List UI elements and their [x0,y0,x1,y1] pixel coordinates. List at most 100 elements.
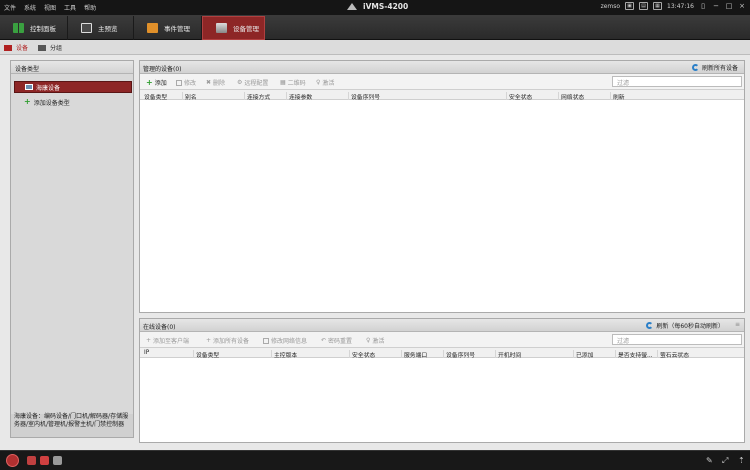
gear-icon: ⚙ [237,79,243,86]
activate-button[interactable]: ♀ 激活 [316,78,334,87]
col-refresh[interactable]: 刷新 [610,92,625,101]
tree-item-label: 添加设备类型 [33,99,70,107]
tab-control-panel[interactable]: 控制面板 [0,16,68,40]
menu-system[interactable]: 系统 [24,3,36,12]
reset-password-label: 密码重置 [328,338,353,345]
expand-icon[interactable]: ⤢ [722,456,729,465]
col-device-type[interactable]: 设备类型 [142,92,167,101]
col-serial-number[interactable]: 设备序列号 [348,92,380,101]
maximize-icon[interactable]: □ [725,2,733,10]
minimize-icon[interactable]: − [712,2,720,10]
add-all-devices-button[interactable]: + 添加所有设备 [206,336,249,345]
col-network-status[interactable]: 网络状态 [558,92,584,101]
plus-icon: + [146,77,153,87]
close-icon[interactable]: × [738,2,746,10]
main-nav: 控制面板 主预览 事件管理 设备管理 [0,15,750,40]
restore-icon[interactable]: ▯ [699,2,707,10]
col-boot-time[interactable]: 开机时间 [495,350,521,359]
col-connection-mode[interactable]: 连接方式 [244,92,270,101]
edit-label: 修改 [184,80,197,87]
refresh-icon [646,322,654,329]
cpu-icon: ▦ [653,2,663,10]
menu-tools[interactable]: 工具 [64,3,76,12]
plus-icon: + [206,337,212,344]
lock-icon[interactable]: ▣ [625,2,635,10]
pin-icon[interactable]: ✎ [706,456,713,465]
speaker-icon[interactable] [53,456,62,465]
subtab-device[interactable]: 设备 [4,43,28,52]
user-icon[interactable] [27,456,36,465]
modify-network-button[interactable]: 修改网络信息 [263,336,307,345]
subtab-label: 设备 [16,45,29,52]
tree-item-add-device-type[interactable]: + 添加设备类型 [14,96,132,108]
online-devices-header: 在线设备(0) 刷新（每60秒自动刷新） ≡ [140,319,744,332]
event-icon [147,23,158,33]
col-ip[interactable]: IP [142,350,149,358]
col-connection-params[interactable]: 连接参数 [286,92,312,101]
app-title-text: iVMS-4200 [363,2,409,11]
add-label: 添加 [154,80,167,87]
col-serial-number[interactable]: 设备序列号 [443,350,475,359]
tab-device-management[interactable]: 设备管理 [202,16,265,40]
col-firmware-version[interactable]: 主控版本 [271,350,297,359]
add-to-client-button[interactable]: + 添加至客户端 [146,336,189,345]
managed-devices-panel: 管理的设备(0) 刷新所有设备 + 添加 修改 ✖ 删除 ⚙ 远程配置 ▦ 二维… [139,60,745,313]
menu-view[interactable]: 视图 [44,3,56,12]
tab-event-management[interactable]: 事件管理 [134,16,202,40]
managed-devices-header: 管理的设备(0) 刷新所有设备 [140,61,744,74]
device-type-header: 设备类型 [11,61,133,74]
managed-toolbar: + 添加 修改 ✖ 删除 ⚙ 远程配置 ▦ 二维码 ♀ 激活 过滤 [140,74,744,90]
online-filter-input[interactable]: 过滤 [612,334,742,345]
refresh-all-button[interactable]: 刷新所有设备 [691,63,738,72]
delete-button[interactable]: ✖ 删除 [206,78,225,87]
add-button[interactable]: + 添加 [146,78,167,87]
bottom-taskbar: ✎ ⤢ ⇡ [0,450,750,470]
arrow-up-icon[interactable]: ⇡ [738,456,745,465]
online-toolbar: + 添加至客户端 + 添加所有设备 修改网络信息 ↶ 密码重置 ♀ 激活 过滤 [140,332,744,348]
col-ezviz-status[interactable]: 萤石云状态 [657,350,689,359]
col-security-status[interactable]: 安全状态 [349,350,375,359]
managed-filter-input[interactable]: 过滤 [612,76,742,87]
collapse-icon[interactable]: ≡ [735,321,740,328]
online-devices-panel: 在线设备(0) 刷新（每60秒自动刷新） ≡ + 添加至客户端 + 添加所有设备… [139,318,745,443]
refresh-all-label: 刷新所有设备 [701,65,738,72]
remote-config-label: 远程配置 [244,80,269,87]
control-panel-icon [13,23,24,33]
col-security-status[interactable]: 安全状态 [506,92,532,101]
device-type-note: 海康设备：编码设备/门口机/解码器/存储服务器/室内机/管理机/报警主机/门禁控… [14,413,129,428]
delete-label: 删除 [213,80,226,87]
menu-bar: 文件 系统 视图 工具 帮助 [4,3,96,12]
activate-icon: ♀ [316,79,321,86]
subtab-group[interactable]: 分组 [38,43,62,52]
tab-label: 控制面板 [30,25,56,33]
alarm-icon[interactable] [6,454,19,467]
clock-time: 13:47:16 [667,2,694,10]
tab-label: 事件管理 [164,25,190,33]
qr-code-button[interactable]: ▦ 二维码 [280,78,306,87]
remote-config-button[interactable]: ⚙ 远程配置 [237,78,268,87]
subtab-label: 分组 [50,45,63,52]
monitor-icon[interactable]: ▤ [639,2,649,10]
record-icon[interactable] [40,456,49,465]
sub-tabs: 设备 分组 [0,40,750,55]
menu-help[interactable]: 帮助 [84,3,96,12]
menu-file[interactable]: 文件 [4,3,16,12]
online-devices-title: 在线设备(0) [143,324,176,331]
col-supports-ezviz[interactable]: 是否支持螢... [615,350,653,359]
col-service-port[interactable]: 服务端口 [401,350,427,359]
refresh-button[interactable]: 刷新（每60秒自动刷新） [646,321,724,330]
col-added[interactable]: 已添加 [573,350,593,359]
tree-item-hikvision[interactable]: 海康设备 [14,81,132,93]
tab-main-view[interactable]: 主预览 [68,16,134,40]
plus-icon: + [24,97,31,106]
activate-icon: ♀ [366,337,371,344]
managed-table-header: 设备类型 别名 连接方式 连接参数 设备序列号 安全状态 网络状态 刷新 [140,90,744,101]
activate-online-button[interactable]: ♀ 激活 [366,336,384,345]
edit-button[interactable]: 修改 [176,78,196,87]
col-device-type[interactable]: 设备类型 [193,350,219,359]
reset-password-button[interactable]: ↶ 密码重置 [321,336,352,345]
main-view-icon [81,23,92,33]
tree-item-label: 海康设备 [36,84,61,92]
add-to-client-label: 添加至客户端 [153,338,190,345]
col-alias[interactable]: 别名 [182,92,197,101]
